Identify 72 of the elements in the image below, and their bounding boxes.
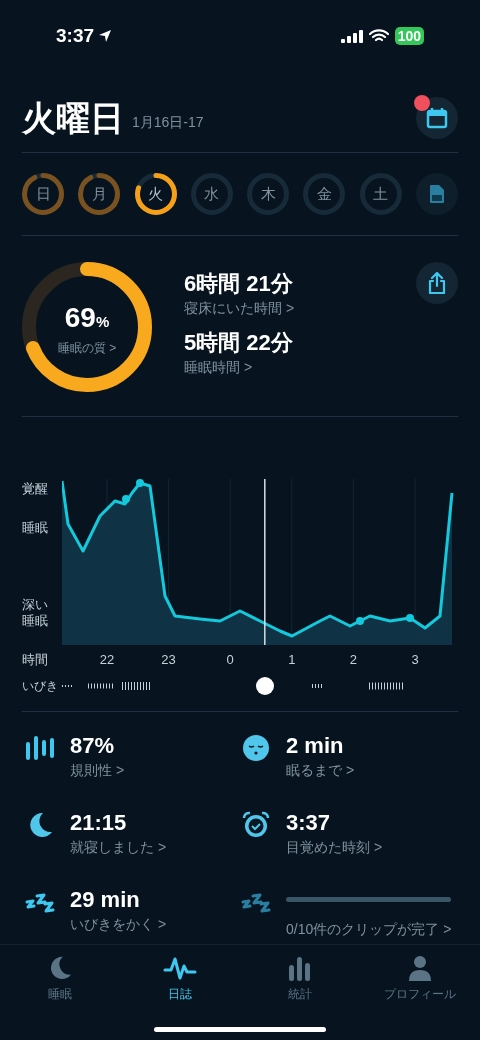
day-progress-ring xyxy=(190,173,233,215)
stat-link[interactable]: 規則性 > xyxy=(70,760,220,781)
axis-label: 2 xyxy=(349,651,357,669)
score-unit: % xyxy=(95,313,110,332)
stat-value: 29 min xyxy=(70,886,141,914)
axis-label: 1 xyxy=(288,651,296,669)
event-point xyxy=(136,479,144,487)
metric-link[interactable]: 睡眠時間 > xyxy=(184,357,295,378)
axis-label: 深い xyxy=(22,597,49,613)
tab[interactable]: 統計 xyxy=(240,955,360,1003)
axis-label: 0 xyxy=(226,651,234,669)
stat-value: 3:37 xyxy=(286,809,332,837)
tab[interactable]: 睡眠 xyxy=(0,955,120,1003)
wifi-icon xyxy=(368,29,389,43)
event-point xyxy=(122,495,130,503)
quality-link[interactable]: 睡眠の質 > xyxy=(57,339,117,357)
event-point xyxy=(356,617,364,625)
axis-label: 22 xyxy=(99,651,115,669)
stat-link[interactable]: 目覚めた時刻 > xyxy=(286,837,436,858)
stat-link[interactable]: 0/10件のクリップが完了 > xyxy=(286,919,452,940)
event-point xyxy=(406,614,414,622)
bars-icon xyxy=(287,955,313,981)
location-arrow-icon xyxy=(98,29,113,43)
stat-link[interactable]: 眠るまで > xyxy=(286,760,436,781)
day-progress-ring xyxy=(303,173,346,215)
day-button[interactable]: 日 xyxy=(22,173,64,215)
axis-label: 覚醒 xyxy=(22,480,49,498)
tab[interactable]: 日誌 xyxy=(120,955,240,1003)
date-range: 1月16日-17 xyxy=(132,113,204,132)
share-button[interactable] xyxy=(416,262,458,304)
status-time: 3:37 xyxy=(56,23,95,48)
metric-value: 5時間 22分 xyxy=(184,329,294,357)
axis-label: 3 xyxy=(411,651,419,669)
day-button[interactable]: 火 xyxy=(134,173,177,215)
stat-value: 87% xyxy=(70,732,116,760)
document-icon xyxy=(428,184,445,204)
tab[interactable]: プロフィール xyxy=(360,955,480,1003)
calendar-button[interactable] xyxy=(416,97,458,139)
axis-label: 睡眠 xyxy=(22,613,49,629)
calendar-icon xyxy=(426,107,448,129)
day-progress-ring xyxy=(134,173,177,215)
bars-icon xyxy=(24,734,56,760)
day-progress-ring xyxy=(22,173,64,215)
day-progress-ring xyxy=(247,173,290,215)
metric-value: 6時間 21分 xyxy=(184,270,294,298)
sleepy-face-icon xyxy=(242,734,270,762)
day-progress-ring xyxy=(359,173,402,215)
day-button[interactable]: 金 xyxy=(303,173,346,215)
quality-score: 69 xyxy=(64,301,96,335)
alarm-clock-icon xyxy=(242,811,270,839)
day-button[interactable]: 水 xyxy=(190,173,233,215)
day-button[interactable]: 木 xyxy=(247,173,290,215)
stat-link[interactable]: いびきをかく > xyxy=(70,914,220,935)
page-title: 火曜日 xyxy=(22,101,124,135)
battery-indicator: 100 xyxy=(394,27,424,45)
playhead-handle[interactable] xyxy=(255,677,274,695)
stat-link[interactable]: 就寝しました > xyxy=(70,837,220,858)
day-button[interactable]: 土 xyxy=(359,173,402,215)
axis-label: 睡眠 xyxy=(22,519,49,537)
snoring-label: いびき xyxy=(22,678,59,695)
waveform-icon xyxy=(163,955,197,981)
report-button[interactable] xyxy=(415,173,458,215)
axis-label: 23 xyxy=(161,651,176,669)
day-progress-ring xyxy=(78,173,121,215)
signal-icon xyxy=(340,29,363,43)
metric-link[interactable]: 寝床にいた時間 > xyxy=(184,298,295,319)
day-button[interactable]: 月 xyxy=(78,173,121,215)
stat-value: 21:15 xyxy=(70,809,128,837)
person-icon xyxy=(407,955,433,981)
stat-value: 2 min xyxy=(286,732,345,760)
share-icon xyxy=(427,272,447,294)
axis-title: 時間 xyxy=(22,651,49,670)
